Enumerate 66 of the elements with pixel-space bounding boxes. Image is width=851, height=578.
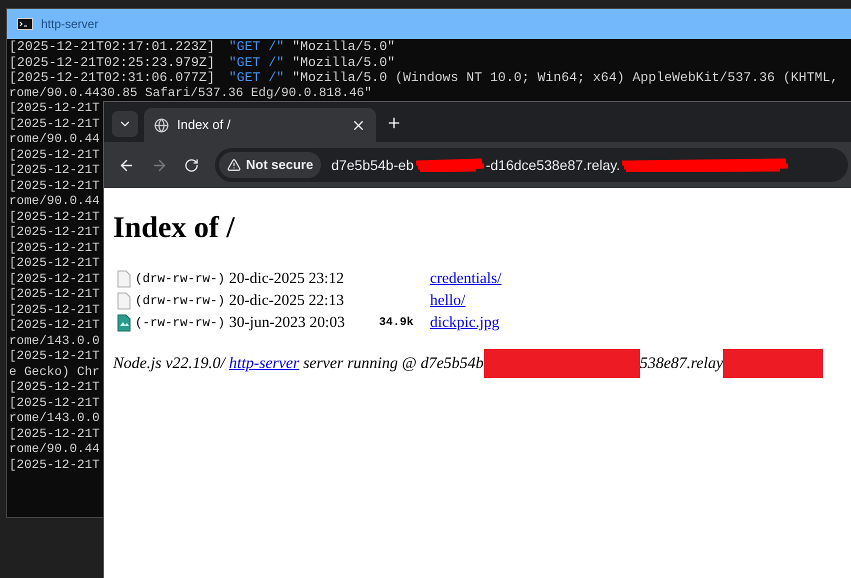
- log-line: [2025-12-21T: [9, 349, 100, 364]
- security-label: Not secure: [246, 156, 314, 174]
- footer-text: server running @ d7e5b54b: [303, 354, 484, 374]
- log-line: [2025-12-21T: [9, 116, 100, 132]
- footer-text: 538e87.relay: [640, 354, 724, 374]
- new-tab-icon[interactable]: [386, 115, 402, 131]
- file-date: 20-dic-2025 22:13: [229, 291, 345, 312]
- log-line: [2025-12-21T: [9, 396, 100, 411]
- log-line: rome/90.0.44: [9, 194, 100, 210]
- window-title: http-server: [41, 16, 98, 33]
- log-request: "GET /": [228, 70, 284, 86]
- log-line: [2025-12-21T: [9, 458, 100, 473]
- log-line: [2025-12-21T: [9, 272, 100, 287]
- globe-icon: [154, 118, 169, 132]
- log-line: [2025-12-21T: [9, 148, 100, 163]
- reload-icon[interactable]: [184, 158, 199, 172]
- footer-link[interactable]: http-server: [229, 352, 300, 376]
- log-request: "GET /": [228, 54, 284, 70]
- file-link[interactable]: hello/: [430, 289, 466, 313]
- log-line: e Gecko) Chr: [9, 364, 100, 380]
- log-line: rome/143.0.0: [9, 411, 100, 426]
- file-link[interactable]: dickpic.jpg: [430, 311, 500, 335]
- tab-title: Index of /: [177, 116, 232, 134]
- blank-file-icon: [117, 270, 131, 288]
- log-line: rome/90.0.44: [9, 442, 100, 458]
- log-line: [2025-12-21T: [9, 178, 100, 194]
- file-size: 34.9k: [379, 316, 414, 330]
- warning-icon: [227, 158, 241, 172]
- file-date: 30-jun-2023 20:03: [229, 313, 346, 334]
- log-user-agent: "Mozilla/5.0": [292, 54, 396, 70]
- image-file-icon: [117, 314, 131, 332]
- tab-list-button[interactable]: [112, 111, 138, 137]
- url-text: d7e5b54b-eb: [331, 156, 414, 174]
- log-line: [2025-12-21T: [9, 256, 100, 272]
- log-line: [2025-12-21T: [9, 210, 100, 225]
- file-permissions: (drw-rw-rw-): [135, 270, 226, 288]
- log-line: [2025-12-21T: [9, 101, 100, 116]
- log-timestamp: [2025-12-21T02:31:06.077Z]: [9, 70, 215, 86]
- log-line: rome/90.0.4430.85 Safari/537.36 Edg/90.0.818.46": [9, 86, 372, 101]
- log-line: [2025-12-21T: [9, 240, 100, 256]
- file-link[interactable]: credentials/: [430, 267, 502, 291]
- log-line: [2025-12-21T: [9, 225, 100, 240]
- log-line: [2025-12-21T: [9, 302, 100, 318]
- log-line: rome/90.0.44: [9, 132, 100, 148]
- log-user-agent: "Mozilla/5.0": [292, 39, 396, 54]
- file-permissions: (-rw-rw-rw-): [135, 314, 226, 332]
- page-heading: Index of /: [113, 210, 236, 246]
- log-line: [2025-12-21T: [9, 318, 100, 334]
- file-date: 20-dic-2025 23:12: [229, 269, 345, 290]
- log-line: [2025-12-21T: [9, 426, 100, 442]
- log-line: [2025-12-21T: [9, 380, 100, 396]
- footer-text: Node.js v22.19.0/: [113, 354, 225, 374]
- command-prompt-icon: [17, 18, 33, 30]
- blank-file-icon: [117, 292, 131, 310]
- log-line: rome/143.0.0: [9, 334, 100, 349]
- browser-tab[interactable]: Index of /: [144, 108, 376, 142]
- security-chip[interactable]: Not secure: [219, 152, 322, 178]
- file-permissions: (drw-rw-rw-): [135, 292, 226, 310]
- log-user-agent: "Mozilla/5.0 (Windows NT 10.0; Win64; x64) AppleWebKit/537.36 (KHTML,: [292, 70, 838, 86]
- log-line: [2025-12-21T: [9, 287, 100, 302]
- address-bar[interactable]: Not secure d7e5b54b-eb -d16dce538e87.relay.: [215, 148, 848, 182]
- log-timestamp: [2025-12-21T02:17:01.223Z]: [9, 39, 215, 54]
- log-request: "GET /": [228, 39, 284, 54]
- url-text: -d16dce538e87.relay.: [486, 156, 620, 175]
- log-line: [2025-12-21T: [9, 163, 100, 178]
- log-timestamp: [2025-12-21T02:25:23.979Z]: [9, 54, 215, 70]
